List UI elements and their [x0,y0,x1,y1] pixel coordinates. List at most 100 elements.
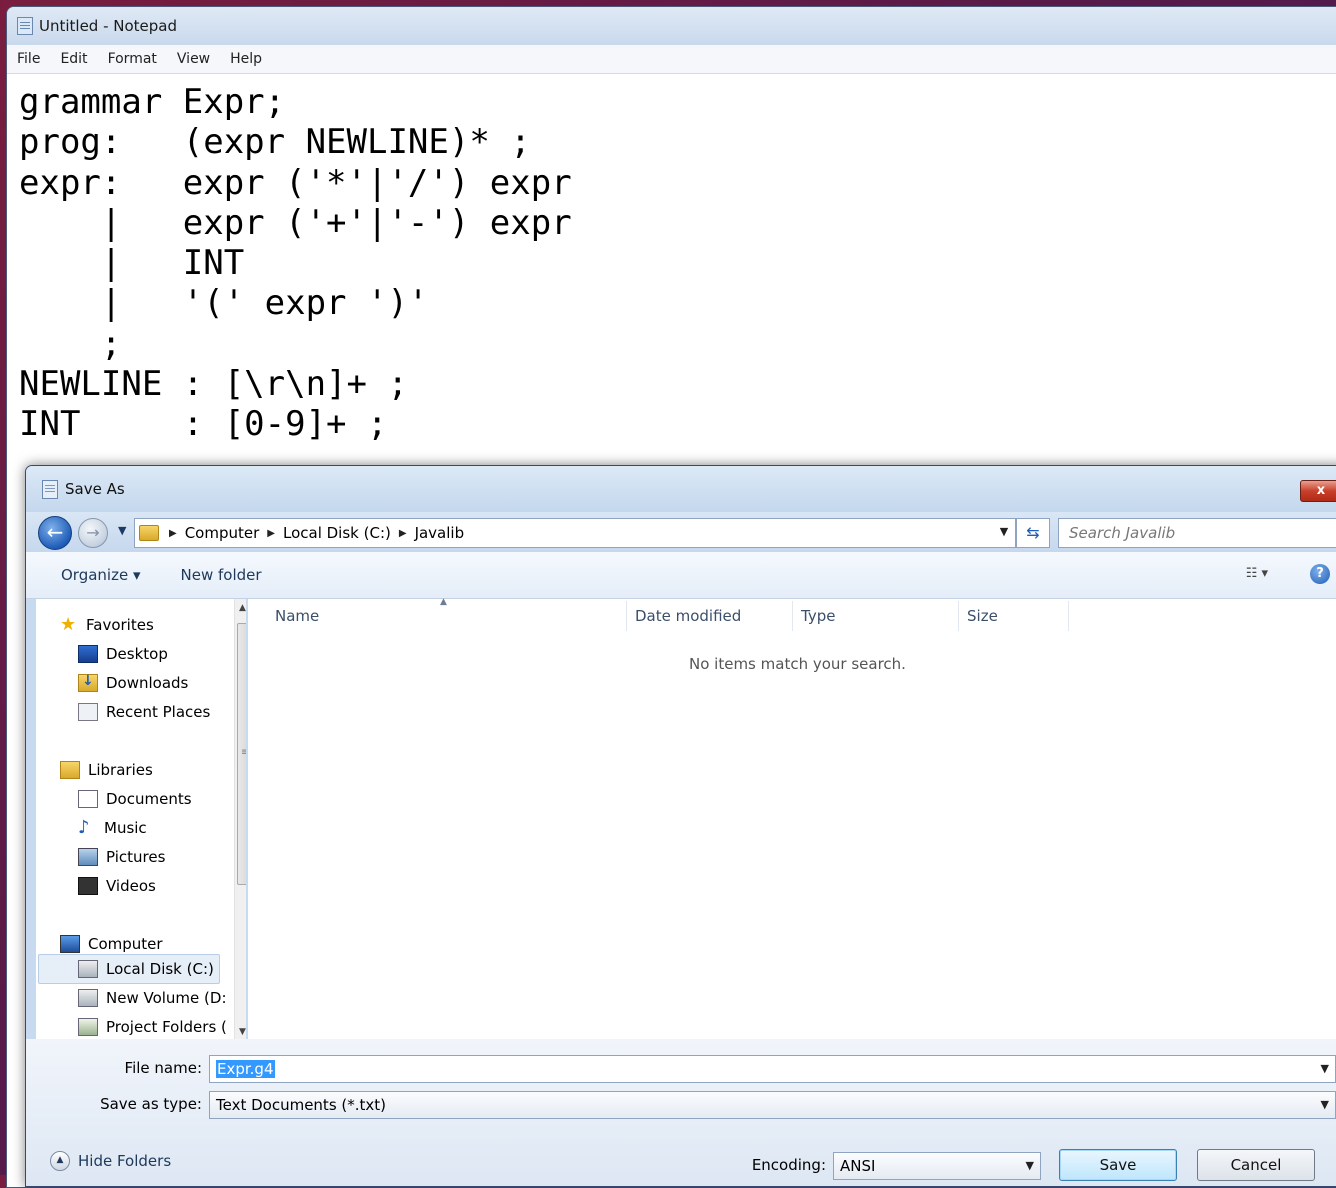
change-view-icon[interactable]: ☷ ▾ [1246,566,1268,581]
notepad-title-bar[interactable]: Untitled - Notepad [7,7,1336,45]
empty-folder-message: No items match your search. [689,655,906,673]
save-type-value: Text Documents (*.txt) [216,1096,387,1114]
nav-favorites[interactable]: ★ Favorites [60,611,154,639]
nav-item-documents[interactable]: Documents [78,785,192,813]
nav-item-music[interactable]: ♪ Music [78,814,147,842]
help-icon[interactable]: ? [1310,564,1330,584]
nav-item-new-volume[interactable]: New Volume (D: [78,984,227,1012]
videos-icon [78,877,98,895]
address-bar[interactable]: ▶ Computer ▶ Local Disk (C:) ▶ Javalib [134,518,1016,548]
breadcrumb-local-disk[interactable]: Local Disk (C:) [283,524,391,542]
encoding-select[interactable]: ANSI ▼ [833,1152,1041,1180]
nav-item-label: Videos [106,877,156,895]
breadcrumb: ▶ Computer ▶ Local Disk (C:) ▶ Javalib [167,524,464,542]
nav-scrollbar[interactable]: ▲ ≡ ▼ [234,599,246,1039]
nav-item-label: Local Disk (C:) [106,960,214,978]
save-type-label: Save as type: [100,1095,202,1113]
organize-button[interactable]: Organize ▾ [61,566,141,584]
scroll-grip-icon: ≡ [241,747,246,758]
menu-format[interactable]: Format [98,51,167,67]
forward-arrow-icon[interactable]: → [78,518,108,548]
nav-item-downloads[interactable]: Downloads [78,669,188,697]
address-dropdown-icon[interactable]: ▼ [994,518,1014,546]
menu-help[interactable]: Help [220,51,272,67]
file-list-pane[interactable]: ▲ Name Date modified Type Size No items … [248,597,1336,1039]
desktop-icon [78,645,98,663]
nav-item-desktop[interactable]: Desktop [78,640,168,668]
chevron-down-icon[interactable]: ▼ [1321,1098,1329,1111]
nav-computer-label: Computer [88,935,163,953]
cancel-button[interactable]: Cancel [1197,1149,1315,1181]
encoding-label: Encoding: [751,1156,826,1174]
breadcrumb-separator-icon[interactable]: ▶ [169,528,177,539]
recent-places-icon [78,703,98,721]
pictures-icon [78,848,98,866]
nav-item-project-folders[interactable]: Project Folders ( [78,1013,227,1039]
chevron-down-icon[interactable]: ▼ [1321,1062,1329,1075]
encoding-value: ANSI [840,1157,876,1175]
network-drive-icon [78,1018,98,1036]
save-button[interactable]: Save [1059,1149,1177,1181]
nav-item-label: Project Folders ( [106,1018,227,1036]
close-button[interactable]: x [1300,480,1336,502]
save-as-dialog: Save As x ← → ▼ ▶ Computer ▶ Local Disk … [25,465,1336,1187]
drive-icon [78,989,98,1007]
column-divider[interactable] [792,601,793,631]
nav-item-videos[interactable]: Videos [78,872,156,900]
nav-item-pictures[interactable]: Pictures [78,843,165,871]
nav-computer[interactable]: Computer [60,930,163,958]
nav-item-label: Documents [106,790,192,808]
notepad-title: Untitled - Notepad [39,17,178,35]
column-header-type[interactable]: Type [801,607,835,625]
search-icon[interactable]: ⚲ [1329,525,1336,541]
column-divider[interactable] [626,601,627,631]
downloads-icon [78,673,98,692]
file-name-input[interactable]: Expr.g4 ▼ [209,1055,1336,1083]
dialog-title: Save As [65,480,125,498]
save-type-select[interactable]: Text Documents (*.txt) ▼ [209,1091,1336,1119]
breadcrumb-computer[interactable]: Computer [185,524,260,542]
nav-favorites-label: Favorites [86,616,154,634]
dialog-bottom-panel: File name: Expr.g4 ▼ Save as type: Text … [26,1039,1336,1186]
column-header-name[interactable]: Name [275,607,319,625]
search-input[interactable]: Search Javalib ⚲ [1058,518,1336,548]
navigation-pane: ★ Favorites Desktop Downloads Recent Pla… [36,599,246,1039]
folder-icon [139,525,159,541]
search-placeholder: Search Javalib [1069,524,1176,542]
nav-item-recent-places[interactable]: Recent Places [78,698,210,726]
nav-item-label: Pictures [106,848,166,866]
column-header-date-modified[interactable]: Date modified [635,607,741,625]
menu-view[interactable]: View [167,51,220,67]
breadcrumb-separator-icon[interactable]: ▶ [399,528,407,539]
breadcrumb-separator-icon[interactable]: ▶ [267,528,275,539]
column-divider[interactable] [1068,601,1069,631]
notepad-content: grammar Expr; prog: (expr NEWLINE)* ; ex… [19,82,572,445]
refresh-icon[interactable]: ⇆ [1016,518,1050,548]
nav-libraries[interactable]: Libraries [60,756,153,784]
scroll-up-icon[interactable]: ▲ [239,603,246,613]
chevron-up-icon: ▲ [50,1151,70,1171]
hide-folders-label: Hide Folders [78,1152,172,1170]
file-name-value: Expr.g4 [216,1060,275,1078]
column-header-size[interactable]: Size [967,607,998,625]
nav-item-label: Music [104,819,147,837]
column-divider[interactable] [958,601,959,631]
dialog-title-bar[interactable]: Save As x [26,466,1336,512]
menu-file[interactable]: File [7,51,50,67]
scroll-down-icon[interactable]: ▼ [239,1027,246,1037]
documents-icon [78,790,98,808]
nav-item-label: Recent Places [106,703,211,721]
star-icon: ★ [60,614,77,635]
recent-locations-chevron-icon[interactable]: ▼ [118,524,126,537]
local-disk-icon [78,960,98,978]
dialog-toolbar: Organize ▾ New folder ☷ ▾ ? [26,552,1336,599]
hide-folders-button[interactable]: ▲ Hide Folders [50,1151,171,1171]
breadcrumb-javalib[interactable]: Javalib [415,524,465,542]
menu-edit[interactable]: Edit [50,51,97,67]
back-arrow-icon[interactable]: ← [38,516,72,550]
nav-item-local-disk[interactable]: Local Disk (C:) [78,955,214,983]
nav-item-label: Downloads [106,674,189,692]
chevron-down-icon[interactable]: ▼ [1026,1159,1034,1172]
new-folder-button[interactable]: New folder [181,566,262,584]
file-name-label: File name: [124,1059,202,1077]
